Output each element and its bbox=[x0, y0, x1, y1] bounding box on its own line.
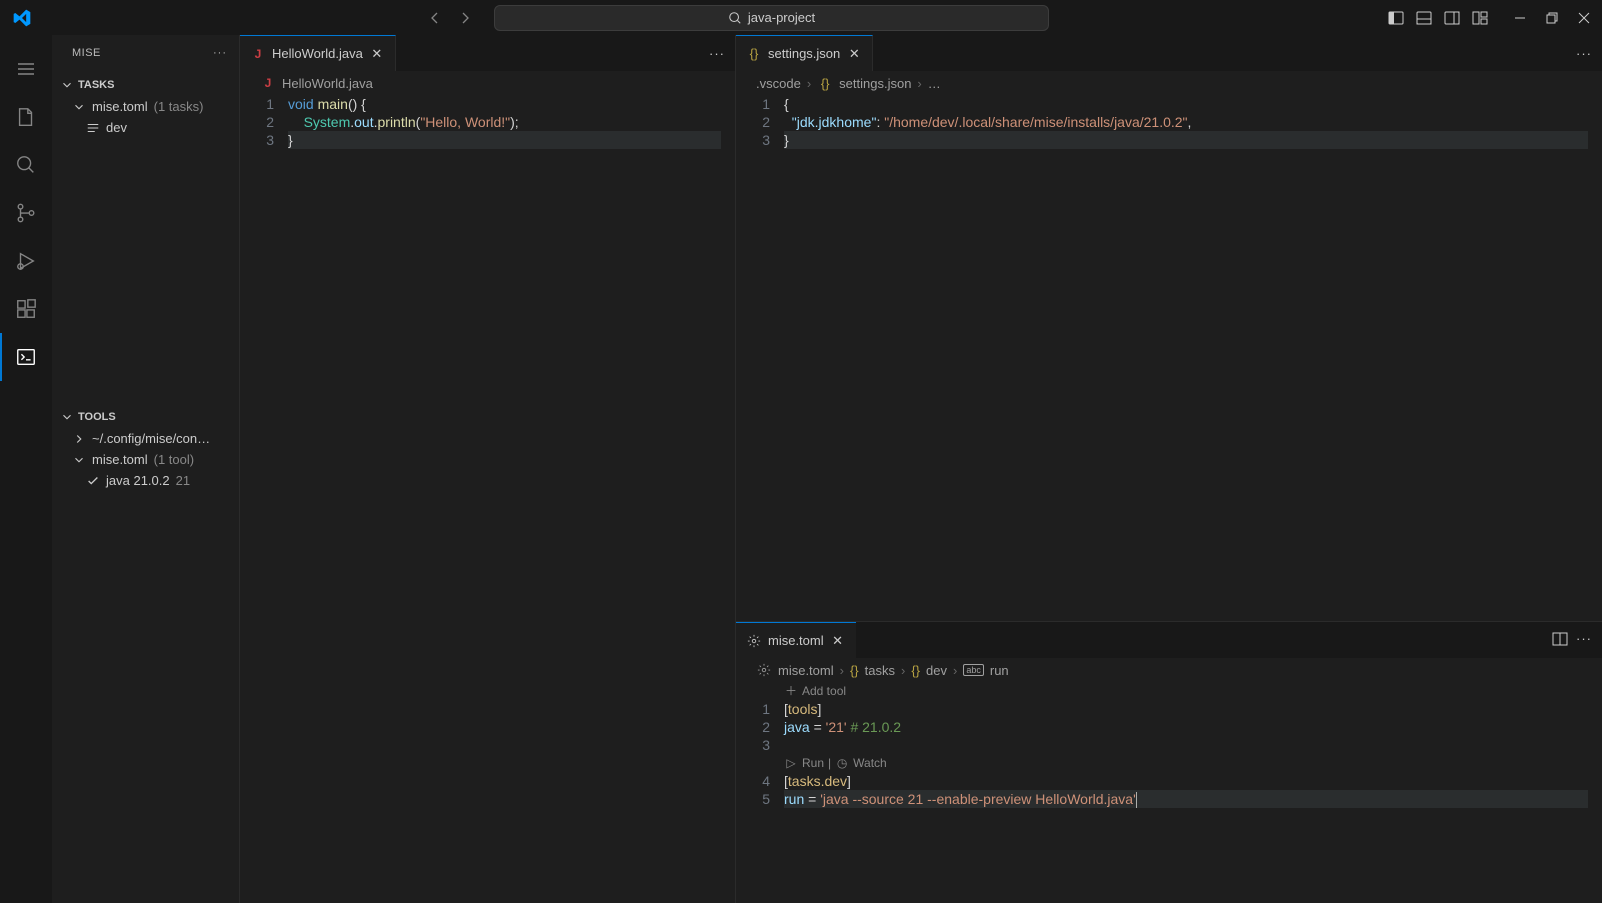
editor-actions-icon[interactable]: ··· bbox=[699, 46, 735, 61]
activity-bar bbox=[0, 35, 52, 903]
codelens-add-tool[interactable]: Add tool bbox=[802, 682, 846, 700]
close-icon[interactable]: ✕ bbox=[846, 46, 862, 62]
tools-section-header[interactable]: TOOLS bbox=[52, 406, 239, 428]
command-center-text: java-project bbox=[748, 10, 815, 25]
restore-button[interactable] bbox=[1542, 8, 1562, 28]
task-item-label: dev bbox=[106, 120, 127, 135]
editor-actions-icon[interactable]: ··· bbox=[1576, 631, 1592, 650]
string-icon: abc bbox=[963, 664, 984, 676]
close-button[interactable] bbox=[1574, 8, 1594, 28]
breadcrumb-item: dev bbox=[926, 663, 947, 678]
chevron-right-icon bbox=[72, 432, 86, 446]
run-debug-icon[interactable] bbox=[0, 237, 52, 285]
tasks-file-count: (1 tasks) bbox=[154, 99, 204, 114]
code-editor[interactable]: 123 void main() { System.out.println("He… bbox=[240, 95, 735, 903]
tasks-section-header[interactable]: TASKS bbox=[52, 74, 239, 96]
task-item-dev[interactable]: dev bbox=[52, 117, 239, 138]
minimap[interactable] bbox=[721, 95, 735, 903]
code-editor[interactable]: 123 45 ＋ Add tool[tools]java = '21' # 21… bbox=[736, 682, 1602, 903]
command-center[interactable]: java-project bbox=[494, 5, 1049, 31]
tab-helloworld[interactable]: J HelloWorld.java ✕ bbox=[240, 35, 396, 71]
tools-misetoml-item[interactable]: mise.toml (1 tool) bbox=[52, 449, 239, 470]
tasks-file-label: mise.toml bbox=[92, 99, 148, 114]
tab-label: mise.toml bbox=[768, 633, 824, 648]
close-icon[interactable]: ✕ bbox=[369, 46, 385, 62]
tasks-file-item[interactable]: mise.toml (1 tasks) bbox=[52, 96, 239, 117]
minimap[interactable] bbox=[1588, 682, 1602, 903]
json-file-icon: {} bbox=[817, 75, 833, 91]
editor-group-right-top: {} settings.json ✕ ··· .vscode › {} sett… bbox=[736, 35, 1602, 621]
sidebar: MISE ··· TASKS mise.toml (1 tasks) dev T… bbox=[52, 35, 240, 903]
breadcrumb-item: run bbox=[990, 663, 1009, 678]
layout-sidebar-right-icon[interactable] bbox=[1442, 8, 1462, 28]
plus-icon[interactable]: ＋ bbox=[784, 684, 798, 698]
nav-back-button[interactable] bbox=[424, 7, 446, 29]
editor-group-left: J HelloWorld.java ✕ ··· J HelloWorld.jav… bbox=[240, 35, 736, 903]
breadcrumb-item: HelloWorld.java bbox=[282, 76, 373, 91]
tab-label: HelloWorld.java bbox=[272, 46, 363, 61]
titlebar: java-project bbox=[0, 0, 1602, 35]
sidebar-title: MISE bbox=[72, 47, 101, 59]
tab-settings-json[interactable]: {} settings.json ✕ bbox=[736, 35, 873, 71]
explorer-icon[interactable] bbox=[0, 93, 52, 141]
menu-icon[interactable] bbox=[0, 45, 52, 93]
chevron-down-icon bbox=[72, 453, 86, 467]
tools-config-label: ~/.config/mise/con… bbox=[92, 431, 210, 446]
java-file-icon: J bbox=[260, 75, 276, 91]
chevron-down-icon bbox=[60, 78, 74, 92]
chevron-down-icon bbox=[72, 100, 86, 114]
gear-icon bbox=[746, 633, 762, 649]
extensions-icon[interactable] bbox=[0, 285, 52, 333]
codelens-watch[interactable]: Watch bbox=[853, 754, 887, 772]
search-icon bbox=[728, 11, 742, 25]
customize-layout-icon[interactable] bbox=[1470, 8, 1490, 28]
mise-panel-icon[interactable] bbox=[0, 333, 52, 381]
breadcrumb-item: mise.toml bbox=[778, 663, 834, 678]
split-editor-icon[interactable] bbox=[1552, 631, 1568, 650]
check-icon bbox=[86, 474, 100, 488]
minimize-button[interactable] bbox=[1510, 8, 1530, 28]
tool-java-label: java 21.0.2 bbox=[106, 473, 170, 488]
close-icon[interactable]: ✕ bbox=[830, 633, 846, 649]
vscode-logo-icon bbox=[12, 8, 32, 28]
task-icon bbox=[86, 121, 100, 135]
search-icon[interactable] bbox=[0, 141, 52, 189]
source-control-icon[interactable] bbox=[0, 189, 52, 237]
code-editor[interactable]: 123 { "jdk.jdkhome": "/home/dev/.local/s… bbox=[736, 95, 1602, 621]
breadcrumb-item: settings.json bbox=[839, 76, 911, 91]
breadcrumb[interactable]: J HelloWorld.java bbox=[240, 71, 735, 95]
editor-actions-icon[interactable]: ··· bbox=[1566, 46, 1602, 61]
minimap[interactable] bbox=[1588, 95, 1602, 621]
sidebar-more-icon[interactable]: ··· bbox=[213, 47, 227, 59]
breadcrumb-item: … bbox=[928, 76, 941, 91]
codelens-run[interactable]: Run bbox=[802, 754, 824, 772]
tools-config-item[interactable]: ~/.config/mise/con… bbox=[52, 428, 239, 449]
tasks-section-label: TASKS bbox=[78, 79, 114, 91]
layout-sidebar-left-icon[interactable] bbox=[1386, 8, 1406, 28]
tab-mise-toml[interactable]: mise.toml ✕ bbox=[736, 622, 856, 658]
breadcrumb[interactable]: .vscode › {} settings.json › … bbox=[736, 71, 1602, 95]
tools-misetoml-label: mise.toml bbox=[92, 452, 148, 467]
tool-java-version: 21 bbox=[176, 473, 190, 488]
breadcrumb-item: .vscode bbox=[756, 76, 801, 91]
editor-group-right-bottom: mise.toml ✕ ··· mise.toml › {} tasks › {… bbox=[736, 621, 1602, 903]
tool-java-item[interactable]: java 21.0.2 21 bbox=[52, 470, 239, 491]
watch-icon[interactable]: ◷ bbox=[835, 756, 849, 770]
layout-panel-icon[interactable] bbox=[1414, 8, 1434, 28]
gear-icon bbox=[756, 662, 772, 678]
json-file-icon: {} bbox=[746, 46, 762, 62]
play-icon[interactable]: ▷ bbox=[784, 756, 798, 770]
nav-forward-button[interactable] bbox=[454, 7, 476, 29]
chevron-down-icon bbox=[60, 410, 74, 424]
tools-misetoml-count: (1 tool) bbox=[154, 452, 194, 467]
tab-label: settings.json bbox=[768, 46, 840, 61]
java-file-icon: J bbox=[250, 46, 266, 62]
tools-section-label: TOOLS bbox=[78, 411, 116, 423]
breadcrumb-item: tasks bbox=[865, 663, 895, 678]
breadcrumb[interactable]: mise.toml › {} tasks › {} dev › abc run bbox=[736, 658, 1602, 682]
